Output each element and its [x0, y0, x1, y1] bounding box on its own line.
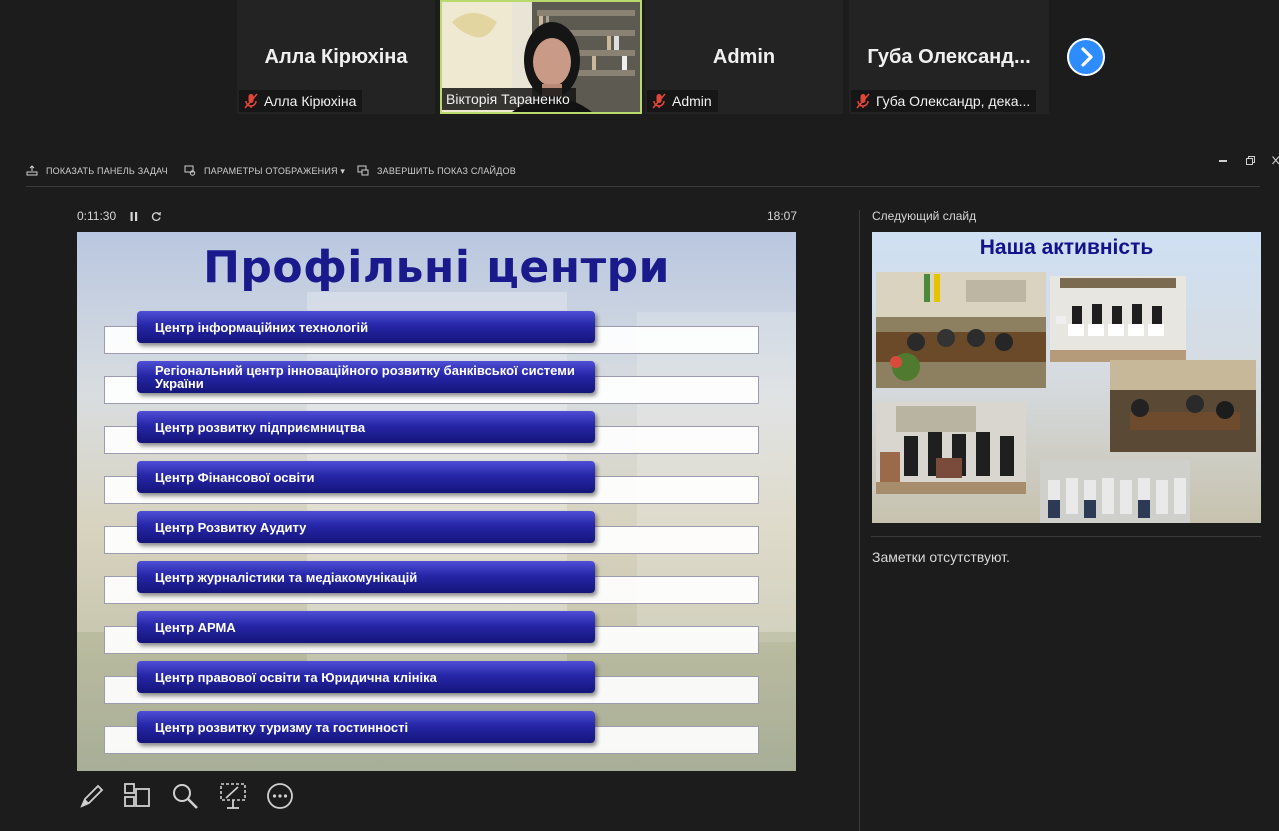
- next-slide-label: Следующий слайд: [872, 209, 977, 223]
- participant-label: Губа Олександр, дека...: [851, 90, 1037, 112]
- pause-icon[interactable]: [129, 211, 139, 222]
- slide-list-item: Центр АРМА: [137, 611, 595, 643]
- clock: 18:07: [767, 209, 798, 223]
- mic-muted-icon: [244, 93, 258, 109]
- chevron-right-icon: [1081, 47, 1093, 67]
- next-slide-title: Наша активність: [979, 236, 1154, 259]
- activity-photo: [876, 272, 1046, 388]
- more-icon[interactable]: [265, 781, 295, 811]
- participant-label-text: Губа Олександр, дека...: [876, 93, 1031, 109]
- slide-list-item: Центр розвитку підприємництва: [137, 411, 595, 443]
- participant-tile[interactable]: Алла Кірюхіна Алла Кірюхіна: [237, 0, 435, 114]
- screen-pointer-icon[interactable]: [218, 781, 248, 811]
- activity-photo: [1040, 460, 1190, 523]
- show-taskbar-button[interactable]: ПОКАЗАТЬ ПАНЕЛЬ ЗАДАЧ: [26, 165, 168, 176]
- speaker-notes: Заметки отсутствуют.: [872, 549, 1010, 565]
- participant-label: Алла Кірюхіна: [239, 90, 363, 112]
- participant-label-text: Алла Кірюхіна: [264, 93, 357, 109]
- zoom-icon[interactable]: [170, 781, 200, 811]
- show-taskbar-label: ПОКАЗАТЬ ПАНЕЛЬ ЗАДАЧ: [46, 166, 168, 176]
- slide-list-item: Центр Розвитку Аудиту: [137, 511, 595, 543]
- participant-label: Admin: [647, 90, 718, 112]
- next-participants-button[interactable]: [1067, 38, 1105, 76]
- activity-photo: [876, 402, 1026, 494]
- participant-name: Admin: [712, 46, 776, 68]
- taskbar-icon: [26, 165, 38, 176]
- activity-photo: [1110, 360, 1256, 452]
- mic-muted-icon: [652, 93, 666, 109]
- minimize-button[interactable]: [1219, 160, 1227, 162]
- display-settings-icon: [184, 165, 196, 176]
- restore-button[interactable]: [1246, 156, 1255, 165]
- pane-divider: [859, 210, 860, 831]
- close-button[interactable]: [1272, 156, 1279, 165]
- slide-title: Профільні центри: [203, 242, 670, 293]
- mic-muted-icon: [856, 93, 870, 109]
- end-slideshow-button[interactable]: ЗАВЕРШИТЬ ПОКАЗ СЛАЙДОВ: [357, 165, 516, 176]
- end-slideshow-icon: [357, 165, 369, 176]
- participant-name: Губа Олександ...: [867, 46, 1031, 68]
- slide-list-item: Центр журналістики та медіакомунікацій: [137, 561, 595, 593]
- participant-video-tile[interactable]: Вікторія Тараненко: [440, 0, 642, 114]
- toolbar-divider: [26, 186, 1260, 187]
- slide-list-item: Центр інформаційних технологій: [137, 311, 595, 343]
- pen-icon[interactable]: [77, 781, 107, 811]
- participant-tile[interactable]: Admin Admin: [645, 0, 843, 114]
- display-settings-button[interactable]: ПАРАМЕТРЫ ОТОБРАЖЕНИЯ ▾: [184, 165, 345, 177]
- next-slide-preview[interactable]: Наша активність: [872, 232, 1261, 523]
- slide-list-item: Центр правової освіти та Юридична клінік…: [137, 661, 595, 693]
- display-settings-label: ПАРАМЕТРЫ ОТОБРАЖЕНИЯ ▾: [204, 166, 346, 176]
- participant-label-text: Admin: [672, 93, 712, 109]
- participant-tile[interactable]: Губа Олександ... Губа Олександр, дека...: [849, 0, 1049, 114]
- activity-photo: [1050, 276, 1186, 362]
- reset-timer-icon[interactable]: [151, 211, 162, 222]
- elapsed-timer: 0:11:30: [77, 209, 117, 223]
- current-slide: Профільні центри Центр інформаційних тех…: [77, 232, 796, 771]
- slides-grid-icon[interactable]: [122, 781, 152, 811]
- slide-list-item: Регіональний центр інноваційного розвитк…: [137, 361, 595, 393]
- participant-label-text: Вікторія Тараненко: [446, 91, 570, 107]
- slide-list-item: Центр Фінансової освіти: [137, 461, 595, 493]
- participant-label: Вікторія Тараненко: [442, 88, 576, 110]
- participant-name: Алла Кірюхіна: [264, 46, 408, 68]
- notes-divider: [871, 536, 1261, 537]
- end-slideshow-label: ЗАВЕРШИТЬ ПОКАЗ СЛАЙДОВ: [377, 166, 516, 176]
- slide-list-item: Центр розвитку туризму та гостинності: [137, 711, 595, 743]
